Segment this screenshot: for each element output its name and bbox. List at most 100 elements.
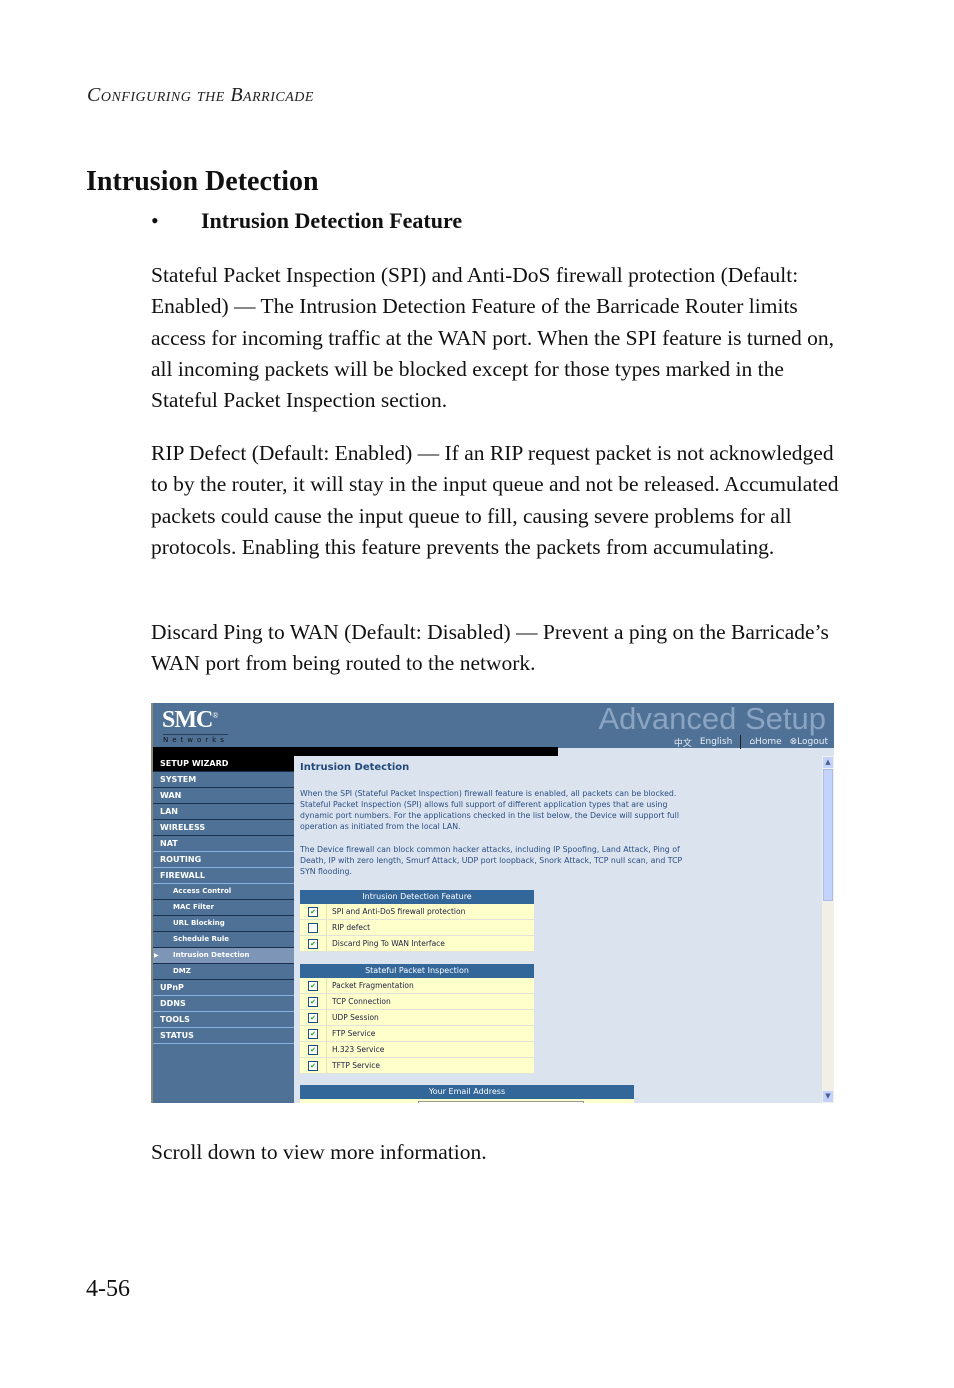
sidebar-item-intrusion-detection[interactable]: ▶ Intrusion Detection — [153, 948, 294, 964]
paragraph-rip-defect: RIP Defect (Default: Enabled) — If an RI… — [151, 441, 839, 559]
closing-text: Scroll down to view more information. — [151, 1140, 487, 1164]
sidebar-item-firewall[interactable]: FIREWALL — [153, 868, 294, 884]
table-header: Stateful Packet Inspection — [300, 964, 534, 978]
sidebar-item-label: LAN — [160, 807, 178, 816]
option-label: SPI and Anti-DoS firewall protection — [332, 907, 466, 916]
scroll-thumb[interactable] — [823, 769, 833, 901]
section-title: Intrusion Detection — [86, 166, 319, 197]
table-row: ✔ FTP Service — [300, 1026, 534, 1042]
logo-subtitle: Networks — [163, 734, 228, 744]
email-input[interactable] — [418, 1101, 584, 1103]
checkbox[interactable]: ✔ — [308, 1060, 318, 1071]
bullet-heading: Intrusion Detection Feature — [201, 208, 463, 233]
sidebar-item-label: DDNS — [160, 999, 186, 1008]
active-arrow-icon: ▶ — [154, 952, 159, 959]
option-label: UDP Session — [332, 1013, 379, 1022]
option-label: TFTP Service — [332, 1061, 380, 1070]
sidebar-item-upnp[interactable]: UPnP — [153, 980, 294, 996]
sidebar-item-label: MAC Filter — [173, 903, 215, 911]
sidebar-item-system[interactable]: SYSTEM — [153, 772, 294, 788]
sidebar-item-label: SYSTEM — [160, 775, 197, 784]
sidebar-item-label: WIRELESS — [160, 823, 206, 832]
sidebar-item-label: TOOLS — [160, 1015, 190, 1024]
page-number: 4-56 — [86, 1276, 130, 1302]
embedded-screenshot: SMC® Networks Advanced Setup 中文 English … — [151, 703, 834, 1103]
spi-table: Stateful Packet Inspection ✔ Packet Fragm… — [300, 964, 534, 1074]
sidebar-item-label: UPnP — [160, 983, 184, 992]
home-link[interactable]: ⌂Home — [749, 737, 781, 747]
divider — [740, 735, 742, 749]
sidebar-nav: SETUP WIZARD SYSTEM WAN LAN WIRELESS NAT ROUTI… — [153, 756, 294, 1103]
checkbox[interactable]: ✔ — [308, 980, 318, 991]
paragraph-discard-ping: Discard Ping to WAN (Default: Disabled) … — [151, 620, 829, 676]
sidebar-item-schedule-rule[interactable]: Schedule Rule — [153, 932, 294, 948]
scroll-up-arrow-icon[interactable]: ▲ — [823, 757, 833, 768]
sidebar-item-label: STATUS — [160, 1031, 194, 1040]
bullet-marker: • — [151, 208, 159, 233]
sidebar-item-label: Schedule Rule — [173, 935, 230, 943]
sidebar-item-mac-filter[interactable]: MAC Filter — [153, 900, 294, 916]
content-attacks: The Device firewall can block common hac… — [300, 845, 683, 876]
sidebar-item-label: FIREWALL — [160, 871, 205, 880]
sidebar-item-label: ROUTING — [160, 855, 202, 864]
checkbox[interactable]: ✔ — [308, 1028, 318, 1039]
checkbox[interactable]: ✔ — [308, 996, 318, 1007]
option-label: H.323 Service — [332, 1045, 385, 1054]
table-row: ✔ H.323 Service — [300, 1042, 534, 1058]
table-header: Intrusion Detection Feature — [300, 890, 534, 904]
table-row: ✔ TFTP Service — [300, 1058, 534, 1074]
checkbox[interactable]: ✔ — [308, 906, 318, 917]
sidebar-item-tools[interactable]: TOOLS — [153, 1012, 294, 1028]
sidebar-item-setup-wizard[interactable]: SETUP WIZARD — [153, 756, 294, 772]
sidebar-item-label: Access Control — [173, 887, 232, 895]
email-section: Your Email Address — [300, 1085, 634, 1103]
content-title: Intrusion Detection — [300, 762, 410, 773]
lang-english-link[interactable]: English — [700, 737, 733, 747]
logout-link[interactable]: ⊗Logout — [790, 737, 828, 747]
sidebar-item-lan[interactable]: LAN — [153, 804, 294, 820]
banner-title: Advanced Setup — [598, 703, 826, 736]
checkbox[interactable]: ✔ — [308, 938, 318, 949]
sidebar-item-nat[interactable]: NAT — [153, 836, 294, 852]
sidebar-item-ddns[interactable]: DDNS — [153, 996, 294, 1012]
intrusion-feature-table: Intrusion Detection Feature ✔ SPI and Ant… — [300, 890, 534, 952]
option-label: Discard Ping To WAN Interface — [332, 939, 445, 948]
option-label: RIP defect — [332, 923, 371, 932]
table-row: RIP defect — [300, 920, 534, 936]
sidebar-item-access-control[interactable]: Access Control — [153, 884, 294, 900]
checkbox[interactable]: ✔ — [308, 1012, 318, 1023]
option-label: TCP Connection — [332, 997, 391, 1006]
sidebar-item-label: NAT — [160, 839, 178, 848]
sidebar-item-label: DMZ — [173, 967, 191, 975]
option-label: FTP Service — [332, 1029, 376, 1038]
sidebar-item-url-blocking[interactable]: URL Blocking — [153, 916, 294, 932]
sidebar-item-label: URL Blocking — [173, 919, 225, 927]
sidebar-item-wan[interactable]: WAN — [153, 788, 294, 804]
sidebar-item-wireless[interactable]: WIRELESS — [153, 820, 294, 836]
checkbox[interactable]: ✔ — [308, 1044, 318, 1055]
table-row: ✔ Discard Ping To WAN Interface — [300, 936, 534, 952]
email-header: Your Email Address — [300, 1085, 634, 1099]
smc-logo: SMC® — [162, 707, 218, 733]
scroll-down-arrow-icon[interactable]: ▼ — [823, 1091, 833, 1102]
sidebar-item-label: SETUP WIZARD — [160, 759, 229, 768]
bullet-item: • Intrusion Detection Feature — [151, 208, 462, 234]
option-label: Packet Fragmentation — [332, 981, 414, 990]
content-pane: Intrusion Detection When the SPI (Statef… — [296, 756, 822, 1103]
scrollbar[interactable]: ▲ ▼ — [822, 756, 834, 1103]
paragraph-spi: Stateful Packet Inspection (SPI) and Ant… — [151, 263, 835, 413]
running-head: Configuring the Barricade — [87, 84, 314, 106]
sidebar-item-label: WAN — [160, 791, 182, 800]
table-row: ✔ TCP Connection — [300, 994, 534, 1010]
sidebar-item-status[interactable]: STATUS — [153, 1028, 294, 1044]
table-row: ✔ SPI and Anti-DoS firewall protection — [300, 904, 534, 920]
lang-chinese-link[interactable]: 中文 — [674, 736, 692, 749]
table-row: ✔ UDP Session — [300, 1010, 534, 1026]
table-row: ✔ Packet Fragmentation — [300, 978, 534, 994]
top-bar — [153, 747, 558, 756]
checkbox[interactable] — [308, 922, 318, 933]
banner: SMC® Networks Advanced Setup 中文 English … — [153, 703, 834, 749]
content-intro: When the SPI (Stateful Packet Inspection… — [300, 789, 679, 831]
sidebar-item-dmz[interactable]: DMZ — [153, 964, 294, 980]
sidebar-item-routing[interactable]: ROUTING — [153, 852, 294, 868]
